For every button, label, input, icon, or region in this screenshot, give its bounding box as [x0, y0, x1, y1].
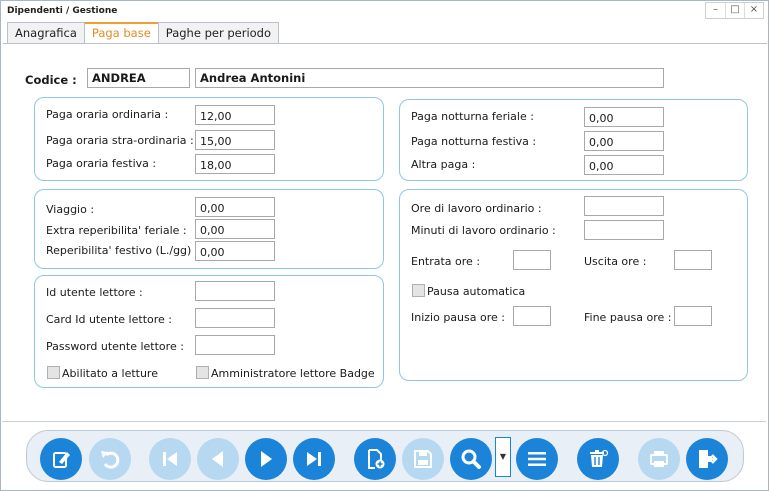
entrata-input[interactable]: [513, 250, 551, 270]
tab-paga-base[interactable]: Paga base: [83, 22, 159, 44]
tab-strip: Anagrafica Paga base Paghe per periodo: [7, 22, 280, 44]
fine-pausa-label: Fine pausa ore :: [584, 311, 672, 324]
search-button[interactable]: [450, 438, 492, 480]
tab-divider: [3, 43, 767, 44]
paga-festiva-input[interactable]: 18,00: [195, 154, 275, 174]
first-record-icon: [163, 452, 177, 466]
close-button[interactable]: ×: [744, 3, 763, 18]
extra-reperibilita-label: Extra reperibilita' feriale :: [46, 224, 187, 237]
undo-button[interactable]: [89, 438, 131, 480]
viaggio-label: Viaggio :: [46, 203, 95, 216]
paga-festiva-label: Paga oraria festiva :: [46, 157, 157, 170]
exit-button[interactable]: [686, 438, 728, 480]
notturna-feriale-label: Paga notturna feriale :: [411, 110, 534, 123]
paga-straordinaria-input[interactable]: 15,00: [195, 130, 275, 150]
id-utente-input[interactable]: [195, 281, 275, 301]
paga-ordinaria-label: Paga oraria ordinaria :: [46, 108, 169, 121]
tab-paghe-per-periodo[interactable]: Paghe per periodo: [157, 22, 280, 44]
last-record-icon: [307, 452, 321, 466]
edit-icon: [53, 452, 70, 468]
uscita-input[interactable]: [674, 250, 712, 270]
new-record-button[interactable]: [354, 438, 396, 480]
previous-record-button[interactable]: [197, 438, 239, 480]
abilitato-checkbox[interactable]: [47, 366, 60, 379]
maximize-button[interactable]: □: [725, 3, 744, 18]
next-record-button[interactable]: [245, 438, 287, 480]
ore-lavoro-input[interactable]: [584, 196, 664, 216]
viaggio-input[interactable]: 0,00: [195, 197, 275, 217]
previous-record-icon: [212, 451, 223, 467]
notturna-festiva-label: Paga notturna festiva :: [411, 135, 537, 148]
print-button[interactable]: [638, 438, 680, 480]
save-button[interactable]: [402, 438, 444, 480]
notturna-festiva-input[interactable]: 0,00: [584, 131, 664, 151]
notturna-feriale-input[interactable]: 0,00: [584, 107, 664, 127]
print-icon: [650, 451, 668, 467]
content-divider: [2, 421, 766, 422]
exit-icon: [699, 450, 718, 468]
admin-badge-label: Amministratore lettore Badge: [211, 367, 375, 380]
entrata-label: Entrata ore :: [411, 255, 481, 268]
password-input[interactable]: [195, 335, 275, 355]
nome-field[interactable]: Andrea Antonini: [195, 68, 664, 88]
uscita-label: Uscita ore :: [584, 255, 647, 268]
codice-field[interactable]: ANDREA: [87, 68, 190, 88]
altra-paga-label: Altra paga :: [411, 158, 476, 171]
list-icon: [528, 452, 546, 466]
window-controls: – □ ×: [705, 2, 764, 19]
fine-pausa-input[interactable]: [674, 306, 712, 326]
reperibilita-festivo-label: Reperibilita' festivo (L./gg) :: [46, 244, 199, 257]
list-button[interactable]: [516, 438, 558, 480]
last-record-button[interactable]: [293, 438, 335, 480]
tab-anagrafica[interactable]: Anagrafica: [7, 22, 85, 44]
delete-icon: [590, 449, 609, 467]
abilitato-label: Abilitato a letture: [62, 367, 158, 380]
ore-lavoro-label: Ore di lavoro ordinario :: [411, 202, 542, 215]
pausa-automatica-checkbox[interactable]: [412, 284, 425, 297]
new-record-icon: [368, 449, 385, 469]
card-id-label: Card Id utente lettore :: [46, 313, 172, 326]
first-record-button[interactable]: [149, 438, 191, 480]
password-label: Password utente lettore :: [46, 340, 184, 353]
card-id-input[interactable]: [195, 308, 275, 328]
altra-paga-input[interactable]: 0,00: [584, 155, 664, 175]
extra-reperibilita-input[interactable]: 0,00: [195, 219, 275, 239]
reperibilita-festivo-input[interactable]: 0,00: [195, 241, 275, 261]
window-title: Dipendenti / Gestione: [7, 6, 118, 16]
pausa-automatica-label: Pausa automatica: [427, 285, 526, 298]
minuti-lavoro-input[interactable]: [584, 220, 664, 240]
id-utente-label: Id utente lettore :: [46, 286, 143, 299]
paga-straordinaria-label: Paga oraria stra-ordinaria :: [46, 134, 194, 147]
chevron-down-icon: ▼: [499, 452, 507, 461]
inizio-pausa-input[interactable]: [513, 306, 551, 326]
edit-button[interactable]: [40, 438, 82, 480]
delete-button[interactable]: [577, 438, 619, 480]
search-icon: [461, 449, 481, 469]
search-dropdown-button[interactable]: ▼: [495, 437, 511, 477]
minimize-button[interactable]: –: [706, 3, 725, 18]
undo-icon: [101, 451, 120, 469]
admin-badge-checkbox[interactable]: [196, 366, 209, 379]
title-bar: Dipendenti / Gestione – □ ×: [1, 1, 768, 21]
inizio-pausa-label: Inizio pausa ore :: [411, 311, 505, 324]
next-record-icon: [261, 451, 272, 467]
minuti-lavoro-label: Minuti di lavoro ordinario :: [411, 224, 556, 237]
paga-ordinaria-input[interactable]: 12,00: [195, 105, 275, 125]
codice-label: Codice :: [25, 73, 77, 87]
save-icon: [414, 450, 432, 468]
